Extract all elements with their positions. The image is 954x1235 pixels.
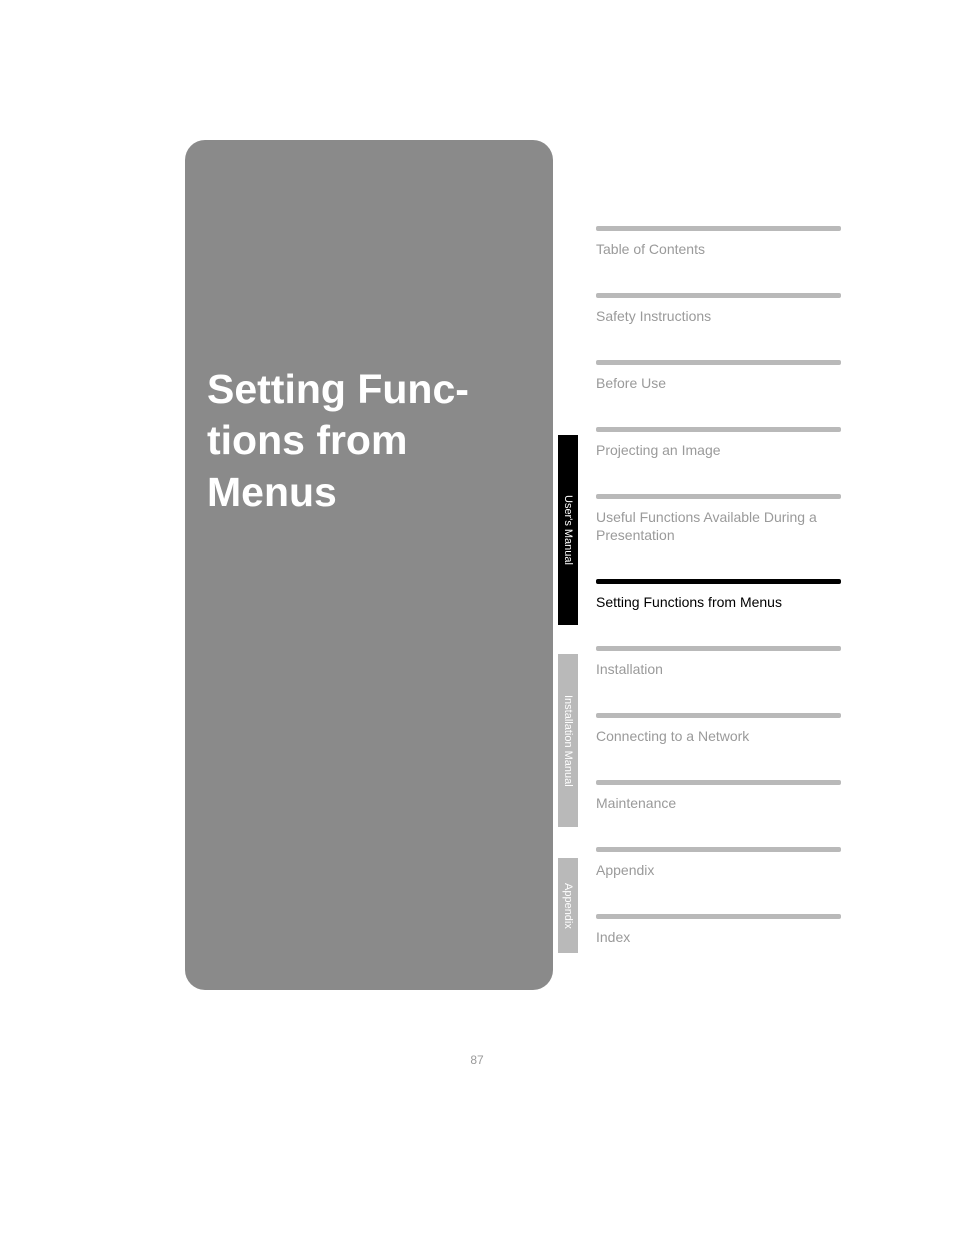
toc-item[interactable]: Before Use [596,360,841,393]
section-tab-label: Installation Manual [562,695,574,787]
toc-item-label: Appendix [596,861,841,880]
toc-item-bar [596,293,841,298]
toc-item-bar [596,713,841,718]
section-tab-users-manual[interactable]: User's Manual [558,435,578,625]
toc-item[interactable]: Setting Functions from Menus [596,579,841,612]
section-tab-installation-manual[interactable]: Installation Manual [558,654,578,827]
toc-item-label: Maintenance [596,794,841,813]
toc-item-label: Table of Contents [596,240,841,259]
toc-item-label: Installation [596,660,841,679]
toc-item-bar [596,646,841,651]
section-tab-label: User's Manual [562,495,574,565]
section-tab-appendix[interactable]: Appendix [558,858,578,953]
toc-item[interactable]: Connecting to a Network [596,713,841,746]
toc-item-bar [596,226,841,231]
toc-item[interactable]: Installation [596,646,841,679]
toc-item-bar [596,847,841,852]
toc-item[interactable]: Index [596,914,841,947]
toc-item-label: Projecting an Image [596,441,841,460]
section-tab-label: Appendix [562,883,574,929]
toc-item-bar [596,780,841,785]
toc-item-label: Safety Instructions [596,307,841,326]
toc-item-bar [596,360,841,365]
toc-item[interactable]: Projecting an Image [596,427,841,460]
page: Setting Func- tions from Menus User's Ma… [0,0,954,1235]
toc-item[interactable]: Useful Functions Available During a Pres… [596,494,841,546]
toc-item-label: Index [596,928,841,947]
chapter-title: Setting Func- tions from Menus [207,364,547,518]
toc-item[interactable]: Table of Contents [596,226,841,259]
page-number: 87 [0,1053,954,1067]
chapter-title-panel: Setting Func- tions from Menus [185,140,553,990]
toc-item-bar [596,494,841,499]
toc-item-bar [596,914,841,919]
toc-item-label: Before Use [596,374,841,393]
toc-item-label: Useful Functions Available During a Pres… [596,508,841,546]
toc-item[interactable]: Safety Instructions [596,293,841,326]
toc-item-bar [596,579,841,584]
toc-item-label: Connecting to a Network [596,727,841,746]
toc-item[interactable]: Appendix [596,847,841,880]
toc-item-label: Setting Functions from Menus [596,593,841,612]
toc-nav: Table of Contents Safety Instructions Befo… [596,226,841,981]
toc-item[interactable]: Maintenance [596,780,841,813]
toc-item-bar [596,427,841,432]
